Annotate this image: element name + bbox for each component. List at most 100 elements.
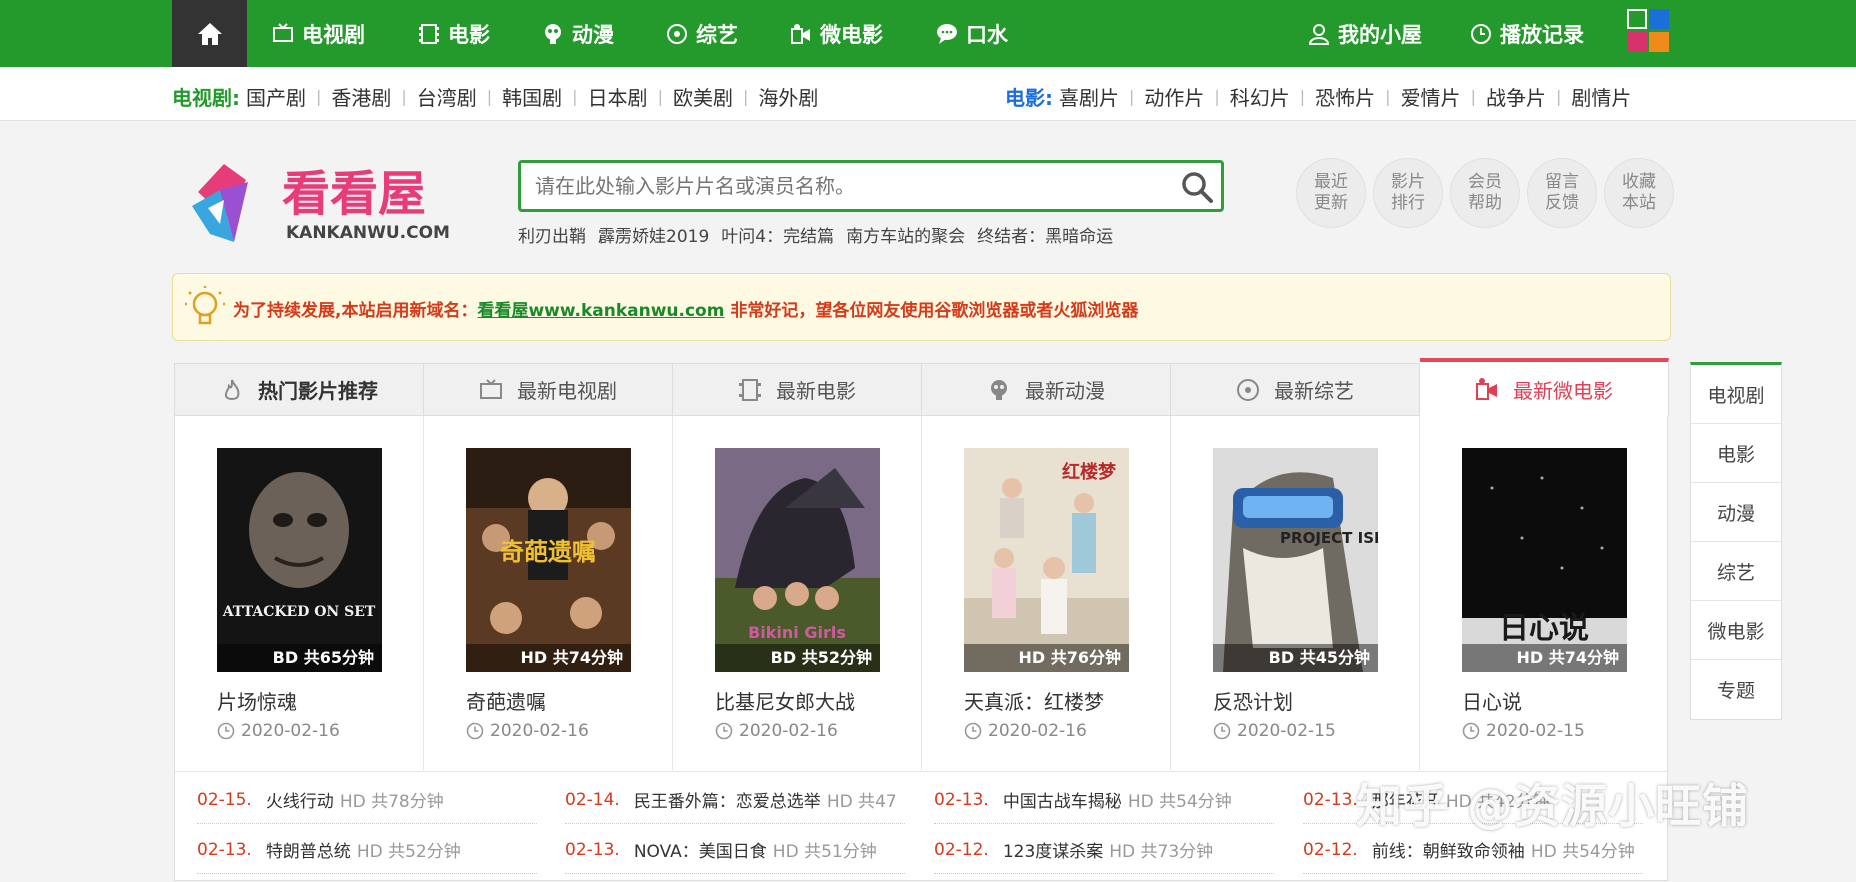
hot-keyword-link[interactable]: 终结者：黑暗命运: [977, 222, 1113, 247]
movie-poster[interactable]: 红楼梦 HD 共76分钟: [964, 448, 1129, 672]
nav-film[interactable]: 电影: [418, 0, 490, 67]
list-item[interactable]: 02-14. 民王番外篇：恋爱总选举 HD 共47: [565, 776, 905, 824]
tv-icon: [273, 22, 293, 42]
list-title[interactable]: 中国古战车揭秘: [1003, 787, 1122, 812]
nav-film-label: 电影: [448, 22, 490, 47]
tv-link[interactable]: 国产剧: [246, 82, 306, 111]
list-date: 02-13.: [565, 839, 620, 860]
nav-tv[interactable]: 电视剧: [272, 0, 365, 67]
movie-poster[interactable]: PROJECT ISISX BD 共45分钟: [1213, 448, 1378, 672]
sidenav-topics[interactable]: 专题: [1691, 660, 1781, 719]
movie-poster[interactable]: Bikini Girls BD 共52分钟: [715, 448, 880, 672]
sidenav-variety[interactable]: 综艺: [1691, 542, 1781, 601]
list-title[interactable]: 民王番外篇：恋爱总选举: [634, 787, 821, 812]
category-subnav: 电视剧: 国产剧 | 香港剧 | 台湾剧 | 韩国剧 | 日本剧 | 欧美剧 | 海外剧 电…: [0, 67, 1856, 121]
movie-link[interactable]: 恐怖片: [1315, 82, 1375, 111]
watermark: 知乎 @资源小旺铺: [1356, 779, 1750, 833]
sidenav-microfilm[interactable]: 微电影: [1691, 601, 1781, 660]
movie-title[interactable]: 天真派：红楼梦: [964, 686, 1104, 715]
sidenav-anime[interactable]: 动漫: [1691, 483, 1781, 542]
list-quality: HD 共47: [826, 792, 897, 812]
ranking-button[interactable]: 影片排行: [1373, 158, 1443, 228]
movie-date: 2020-02-16: [715, 721, 838, 741]
nav-chat[interactable]: 口水: [936, 0, 1008, 67]
movie-title[interactable]: 片场惊魂: [217, 686, 297, 715]
nav-anime[interactable]: 动漫: [542, 0, 614, 67]
movie-poster[interactable]: 日心说 HD 共74分钟: [1462, 448, 1627, 672]
movie-card[interactable]: Bikini Girls BD 共52分钟 比基尼女郎大战 2020-02-16: [673, 416, 922, 770]
film-icon: [739, 378, 761, 401]
hot-keyword-link[interactable]: 霹雳娇娃2019: [598, 222, 709, 247]
nav-microfilm[interactable]: 微电影: [790, 0, 883, 67]
movie-link[interactable]: 动作片: [1144, 82, 1204, 111]
tab-hot[interactable]: 热门影片推荐: [175, 364, 424, 416]
movie-link[interactable]: 爱情片: [1401, 82, 1461, 111]
sidenav-tv[interactable]: 电视剧: [1691, 365, 1781, 424]
list-title[interactable]: 前线：朝鲜致命领袖: [1372, 837, 1525, 862]
tv-link[interactable]: 台湾剧: [417, 82, 477, 111]
tab-latest-anime[interactable]: 最新动漫: [922, 364, 1171, 416]
my-house-link[interactable]: 我的小屋: [1308, 0, 1422, 67]
movie-link[interactable]: 科幻片: [1230, 82, 1290, 111]
list-item[interactable]: 02-15. 火线行动 HD 共78分钟: [197, 776, 537, 824]
list-item[interactable]: 02-12. 123度谋杀案 HD 共73分钟: [934, 826, 1274, 874]
tab-latest-tv-label: 最新电视剧: [517, 379, 617, 403]
movie-link[interactable]: 喜剧片: [1059, 82, 1119, 111]
nav-variety-label: 综艺: [696, 22, 738, 47]
tab-latest-film-label: 最新电影: [776, 379, 856, 403]
tv-link[interactable]: 海外剧: [758, 82, 818, 111]
hot-keyword-link[interactable]: 南方车站的聚会: [846, 222, 965, 247]
category-tabs: 热门影片推荐 最新电视剧 最新电影 最新动漫 最新综艺 最新微电影: [175, 358, 1669, 416]
search-icon[interactable]: [1179, 169, 1215, 205]
movie-title[interactable]: 反恐计划: [1213, 686, 1293, 715]
tab-latest-variety[interactable]: 最新综艺: [1171, 364, 1420, 416]
list-date: 02-12.: [934, 839, 989, 860]
movie-card[interactable]: ATTACKED ON SET BD 共65分钟 片场惊魂 2020-02-16: [175, 416, 424, 770]
list-quality: HD 共54分钟: [1530, 842, 1635, 862]
tab-latest-microfilm[interactable]: 最新微电影: [1420, 358, 1669, 416]
member-help-button[interactable]: 会员帮助: [1450, 158, 1520, 228]
tv-link[interactable]: 欧美剧: [673, 82, 733, 111]
list-quality: HD 共51分钟: [772, 842, 877, 862]
list-title[interactable]: 123度谋杀案: [1003, 837, 1103, 862]
list-item[interactable]: 02-13. NOVA：美国日食 HD 共51分钟: [565, 826, 905, 874]
movie-poster[interactable]: ATTACKED ON SET BD 共65分钟: [217, 448, 382, 672]
movie-link[interactable]: 战争片: [1486, 82, 1546, 111]
tv-link[interactable]: 香港剧: [331, 82, 391, 111]
movie-poster[interactable]: 奇葩遗嘱 HD 共74分钟: [466, 448, 631, 672]
movie-title[interactable]: 奇葩遗嘱: [466, 686, 546, 715]
history-link[interactable]: 播放记录: [1470, 0, 1584, 67]
hot-keyword-link[interactable]: 叶问4：完结篇: [721, 222, 834, 247]
movie-title[interactable]: 日心说: [1462, 686, 1522, 715]
tab-latest-film[interactable]: 最新电影: [673, 364, 922, 416]
movie-card[interactable]: 日心说 HD 共74分钟 日心说 2020-02-15: [1420, 416, 1669, 770]
movie-title[interactable]: 比基尼女郎大战: [715, 686, 855, 715]
movie-link[interactable]: 剧情片: [1571, 82, 1631, 111]
notice-domain-link[interactable]: 看看屋www.kankanwu.com: [477, 301, 724, 321]
bookmark-button[interactable]: 收藏本站: [1604, 158, 1674, 228]
app-grid-icon[interactable]: [1627, 9, 1671, 53]
list-title[interactable]: NOVA：美国日食: [634, 837, 767, 862]
hot-keyword-link[interactable]: 利刃出鞘: [518, 222, 586, 247]
tab-hot-label: 热门影片推荐: [258, 379, 378, 403]
sidenav-film[interactable]: 电影: [1691, 424, 1781, 483]
feedback-button[interactable]: 留言反馈: [1527, 158, 1597, 228]
list-title[interactable]: 火线行动: [266, 787, 334, 812]
anime-icon: [991, 379, 1007, 400]
movie-card[interactable]: PROJECT ISISX BD 共45分钟 反恐计划 2020-02-15: [1171, 416, 1420, 770]
site-logo[interactable]: 看看屋 KANKANWU.COM: [190, 156, 460, 248]
list-item[interactable]: 02-13. 中国古战车揭秘 HD 共54分钟: [934, 776, 1274, 824]
recent-updates-button[interactable]: 最近更新: [1296, 158, 1366, 228]
search-input[interactable]: [535, 163, 1155, 209]
movie-card[interactable]: 奇葩遗嘱 HD 共74分钟 奇葩遗嘱 2020-02-16: [424, 416, 673, 770]
list-quality: HD 共73分钟: [1109, 842, 1214, 862]
nav-variety[interactable]: 综艺: [666, 0, 738, 67]
tv-link[interactable]: 日本剧: [588, 82, 648, 111]
tab-latest-tv[interactable]: 最新电视剧: [424, 364, 673, 416]
tv-link[interactable]: 韩国剧: [502, 82, 562, 111]
movie-date: 2020-02-16: [466, 721, 589, 741]
movie-card[interactable]: 红楼梦 HD 共76分钟 天真派：红楼梦 2020-02-16: [922, 416, 1171, 770]
list-title[interactable]: 特朗普总统: [266, 837, 351, 862]
home-button[interactable]: [172, 0, 247, 67]
list-item[interactable]: 02-13. 特朗普总统 HD 共52分钟: [197, 826, 537, 874]
